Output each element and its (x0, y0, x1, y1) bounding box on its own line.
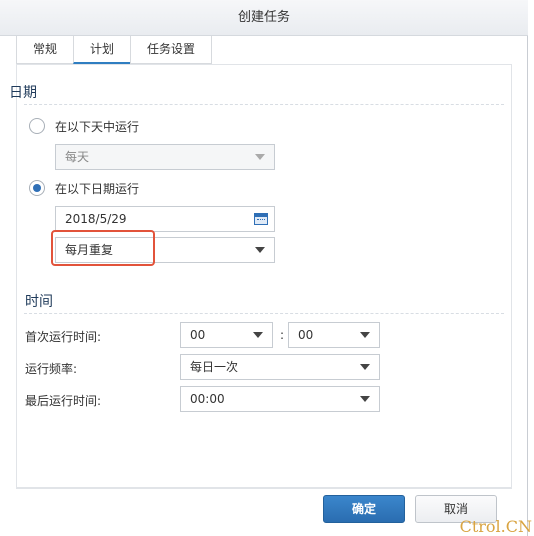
radio-run-on-date[interactable] (29, 180, 45, 196)
annotation-highlight-box (51, 230, 155, 266)
chevron-down-icon (253, 332, 263, 338)
watermark: Ctrol.CN (459, 517, 532, 536)
date-section-divider (24, 104, 504, 105)
radio-run-on-days[interactable] (29, 118, 45, 134)
last-run-time-label: 最后运行时间: (25, 394, 102, 408)
chevron-down-icon (255, 154, 265, 160)
date-field-value: 2018/5/29 (65, 212, 127, 226)
create-task-dialog: 创建任务 常规 计划 任务设置 日期 在以下天中运行 每天 在以下日期运行 20… (0, 0, 528, 536)
daily-select[interactable]: 每天 (55, 144, 275, 170)
chevron-down-icon (360, 396, 370, 402)
tab-general[interactable]: 常规 (16, 36, 75, 64)
first-run-hour-select[interactable]: 00 (180, 322, 273, 348)
time-section-divider (24, 313, 504, 314)
ok-button[interactable]: 确定 (323, 495, 405, 523)
tab-task-settings[interactable]: 任务设置 (130, 36, 213, 64)
chevron-down-icon (360, 364, 370, 370)
radio-run-on-date-label: 在以下日期运行 (55, 182, 140, 196)
frequency-select[interactable]: 每日一次 (180, 354, 380, 380)
last-run-time-select[interactable]: 00:00 (180, 386, 380, 412)
tab-schedule[interactable]: 计划 (73, 36, 132, 64)
frequency-select-value: 每日一次 (190, 360, 239, 374)
time-separator: : (280, 328, 285, 342)
frequency-label: 运行频率: (25, 362, 78, 376)
first-run-minute-value: 00 (298, 328, 314, 342)
tab-bar: 常规 计划 任务设置 (16, 36, 213, 64)
time-section-title: 时间 (25, 294, 53, 310)
daily-select-value: 每天 (65, 150, 90, 164)
chevron-down-icon (360, 332, 370, 338)
first-run-hour-value: 00 (190, 328, 206, 342)
radio-run-on-days-label: 在以下天中运行 (55, 120, 140, 134)
first-run-minute-select[interactable]: 00 (288, 322, 380, 348)
footer-divider (16, 488, 512, 489)
date-field[interactable]: 2018/5/29 (55, 206, 275, 232)
calendar-icon[interactable] (254, 213, 268, 225)
dialog-title: 创建任务 (0, 0, 528, 36)
chevron-down-icon (255, 247, 265, 253)
last-run-time-value: 00:00 (190, 392, 225, 406)
date-section-title: 日期 (9, 85, 37, 101)
first-run-time-label: 首次运行时间: (25, 330, 102, 344)
